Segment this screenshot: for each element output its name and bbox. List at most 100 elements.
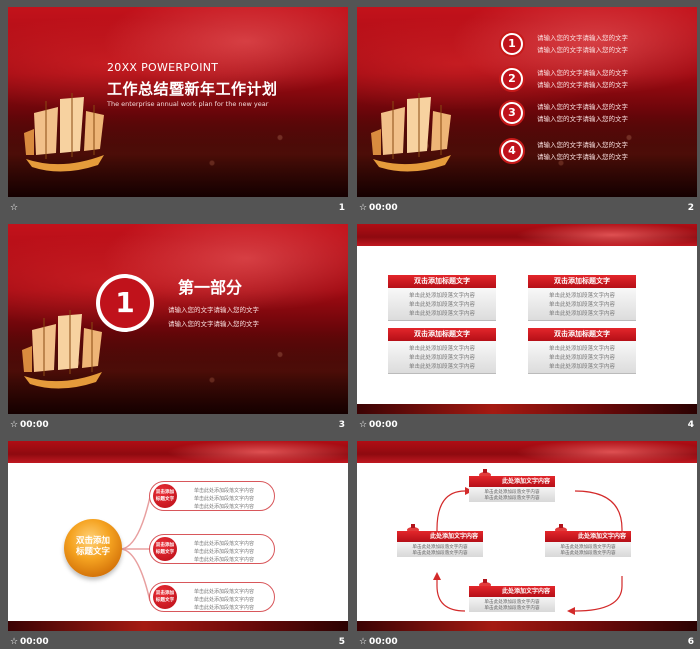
node-title: 此处添加文字内容: [469, 586, 555, 597]
box-line: 单击此处添加段落文字内容: [548, 364, 615, 370]
branch-line: 单击此处添加段落文字内容: [194, 557, 255, 563]
subtitle: The enterprise annual work plan for the …: [107, 100, 269, 108]
content-box: 双击添加标题文字 单击此处添加段落文字内容 单击此处添加段落文字内容 单击此处添…: [528, 328, 636, 376]
header-band: [357, 224, 697, 246]
box-line: 单击此处添加段落文字内容: [548, 311, 615, 317]
section-number-badge: 1: [96, 274, 154, 332]
content-box: 双击添加标题文字 单击此处添加段落文字内容 单击此处添加段落文字内容 单击此处添…: [388, 275, 496, 323]
footer-band: [357, 621, 697, 631]
branch-item: 双击添加 标题文字 单击此处添加段落文字内容 单击此处添加段落文字内容 单击此处添…: [149, 481, 275, 511]
slide-caption: ☆ 00:00 5: [8, 631, 348, 649]
branch-line: 单击此处添加段落文字内容: [194, 605, 255, 611]
slide-timing: 00:00: [369, 637, 398, 647]
node-line: 单击此处添加段落文字内容: [484, 606, 540, 611]
cycle-node: 此处添加文字内容 单击此处添加段落文字内容 单击此处添加段落文字内容: [469, 468, 555, 502]
star-icon: ☆: [10, 420, 19, 430]
title-english: 20XX POWERPOINT: [107, 61, 219, 74]
item-text: 请输入您的文字请输入您的文字 请输入您的文字请输入您的文字: [537, 34, 628, 54]
slide-canvas: 1 请输入您的文字请输入您的文字 请输入您的文字请输入您的文字 2 请输入您的文字…: [357, 7, 697, 197]
number-badge: 4: [499, 138, 525, 164]
center-topic-orb: 双击添加 标题文字: [64, 519, 122, 577]
slide-number: 2: [687, 203, 694, 213]
footer-band: [357, 404, 697, 414]
box-line: 单击此处添加段落文字内容: [548, 355, 615, 361]
star-icon: ☆: [10, 637, 19, 647]
content-box: 双击添加标题文字 单击此处添加段落文字内容 单击此处添加段落文字内容 单击此处添…: [528, 275, 636, 323]
slide-canvas: 双击添加 标题文字 双击添加 标题文字 单击此处添加段落文字内容 单击此处添加段落…: [8, 441, 348, 631]
cycle-node: 此处添加文字内容 单击此处添加段落文字内容 单击此处添加段落文字内容: [545, 523, 631, 557]
branch-item: 双击添加 标题文字 单击此处添加段落文字内容 单击此处添加段落文字内容 单击此处添…: [149, 534, 275, 564]
branch-line: 单击此处添加段落文字内容: [194, 597, 255, 603]
section-text-line: 请输入您的文字请输入您的文字: [168, 306, 259, 314]
slide-number: 4: [687, 420, 694, 430]
box-line: 单击此处添加段落文字内容: [408, 364, 475, 370]
center-topic-line: 双击添加: [75, 536, 110, 546]
slide-timing: 00:00: [369, 203, 398, 213]
node-title: 此处添加文字内容: [545, 531, 631, 542]
star-icon: ☆: [359, 420, 368, 430]
box-line: 单击此处添加段落文字内容: [548, 302, 615, 308]
box-title: 双击添加标题文字: [388, 328, 496, 341]
node-line: 单击此处添加段落文字内容: [412, 551, 468, 556]
slide-caption: ☆ 1: [8, 197, 348, 220]
slide-canvas: 此处添加文字内容 单击此处添加段落文字内容 单击此处添加段落文字内容 此处添加文…: [357, 441, 697, 631]
section-title: 第一部分: [178, 278, 243, 297]
branch-line: 单击此处添加段落文字内容: [194, 589, 255, 595]
slide-caption: ☆ 00:00 2: [357, 197, 697, 220]
sailing-ship-icon: [371, 93, 451, 172]
box-line: 单击此处添加段落文字内容: [408, 346, 475, 352]
box-title: 双击添加标题文字: [388, 275, 496, 288]
item-text: 请输入您的文字请输入您的文字 请输入您的文字请输入您的文字: [537, 69, 628, 89]
section-text-line: 请输入您的文字请输入您的文字: [168, 320, 259, 328]
slide-canvas: 1 第一部分 请输入您的文字请输入您的文字 请输入您的文字请输入您的文字: [8, 224, 348, 414]
slide-timing: 00:00: [369, 420, 398, 430]
footer-band: [8, 621, 348, 631]
item-text: 请输入您的文字请输入您的文字 请输入您的文字请输入您的文字: [537, 103, 628, 123]
sailing-ship-icon: [24, 93, 104, 172]
branch-line: 单击此处添加段落文字内容: [194, 496, 255, 502]
cycle-node: 此处添加文字内容 单击此处添加段落文字内容 单击此处添加段落文字内容: [397, 523, 483, 557]
node-line: 单击此处添加段落文字内容: [484, 496, 540, 501]
slide-number: 5: [338, 637, 345, 647]
node-line: 单击此处添加段落文字内容: [560, 551, 616, 556]
box-line: 单击此处添加段落文字内容: [408, 302, 475, 308]
content-box: 双击添加标题文字 单击此处添加段落文字内容 单击此处添加段落文字内容 单击此处添…: [388, 328, 496, 376]
branch-line: 单击此处添加段落文字内容: [194, 541, 255, 547]
header-band: [8, 441, 348, 463]
box-title: 双击添加标题文字: [528, 328, 636, 341]
branch-badge: 双击添加 标题文字: [153, 484, 177, 508]
slide-number: 3: [338, 420, 345, 430]
number-badge: 1: [499, 31, 525, 57]
slide-number: 1: [338, 203, 345, 213]
branch-badge: 双击添加 标题文字: [153, 537, 177, 561]
box-line: 单击此处添加段落文字内容: [408, 355, 475, 361]
box-line: 单击此处添加段落文字内容: [408, 293, 475, 299]
star-icon: ☆: [359, 203, 368, 213]
slide-caption: ☆ 00:00 3: [8, 414, 348, 437]
cycle-node: 此处添加文字内容 单击此处添加段落文字内容 单击此处添加段落文字内容: [469, 578, 555, 612]
sailing-ship-icon: [22, 310, 102, 389]
box-line: 单击此处添加段落文字内容: [408, 311, 475, 317]
branch-line: 单击此处添加段落文字内容: [194, 504, 255, 510]
slide-timing: 00:00: [20, 420, 49, 430]
header-band: [357, 441, 697, 463]
slide-caption: ☆ 00:00 4: [357, 414, 697, 437]
branch-line: 单击此处添加段落文字内容: [194, 549, 255, 555]
slide-number: 6: [687, 637, 694, 647]
branch-badge: 双击添加 标题文字: [153, 585, 177, 609]
slide-canvas: 双击添加标题文字 单击此处添加段落文字内容 单击此处添加段落文字内容 单击此处添…: [357, 224, 697, 414]
branch-line: 单击此处添加段落文字内容: [194, 488, 255, 494]
star-icon: ☆: [10, 203, 19, 213]
box-title: 双击添加标题文字: [528, 275, 636, 288]
box-line: 单击此处添加段落文字内容: [548, 346, 615, 352]
slide-caption: ☆ 00:00 6: [357, 631, 697, 649]
star-icon: ☆: [359, 637, 368, 647]
number-badge: 2: [499, 66, 525, 92]
branch-item: 双击添加 标题文字 单击此处添加段落文字内容 单击此处添加段落文字内容 单击此处添…: [149, 582, 275, 612]
center-topic-line: 标题文字: [75, 547, 110, 557]
item-text: 请输入您的文字请输入您的文字 请输入您的文字请输入您的文字: [537, 141, 628, 161]
box-line: 单击此处添加段落文字内容: [548, 293, 615, 299]
number-badge: 3: [499, 100, 525, 126]
node-title: 此处添加文字内容: [397, 531, 483, 542]
title-chinese: 工作总结暨新年工作计划: [107, 80, 278, 98]
